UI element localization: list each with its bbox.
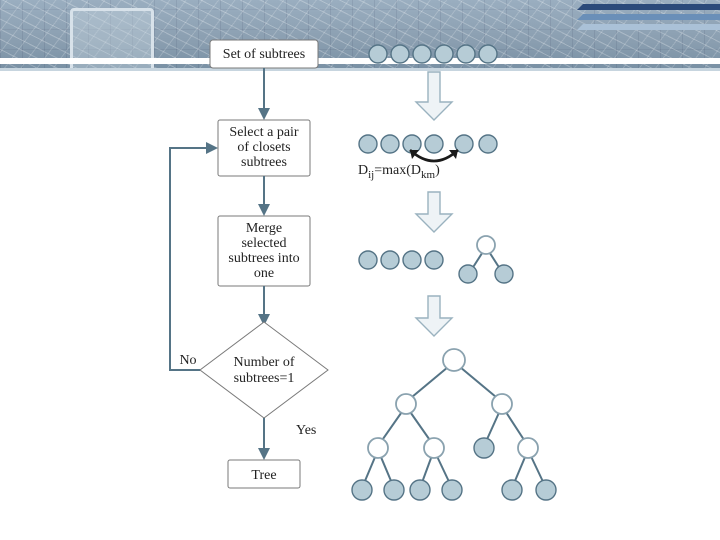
svg-text:Dij=max(Dkm): Dij=max(Dkm): [358, 163, 440, 181]
final-tree: [352, 349, 556, 500]
box-select-l2: of closets: [237, 140, 290, 155]
box-merge-l4: one: [254, 266, 274, 281]
arrow-stage1-icon: [416, 192, 452, 232]
nodes-stage1: [359, 135, 497, 153]
label-no: No: [179, 353, 196, 368]
label-yes: Yes: [296, 423, 316, 438]
box-merge-l1: Merge: [246, 221, 282, 236]
formula-dij: Dij=max(Dkm): [358, 163, 440, 181]
decision-l2: subtrees=1: [234, 371, 295, 386]
box-tree-label: Tree: [251, 468, 276, 483]
nodes-stage0: [369, 45, 497, 63]
arrow-stage0-icon: [416, 72, 452, 120]
box-merge-l2: selected: [241, 236, 286, 251]
decision-l1: Number of: [233, 355, 294, 370]
box-merge-l3: subtrees into: [228, 251, 299, 266]
arrow-stage2-icon: [416, 296, 452, 336]
box-select-l1: Select a pair: [229, 125, 299, 140]
decision-number-of-subtrees: [200, 322, 328, 418]
box-set-of-subtrees-label: Set of subtrees: [223, 47, 305, 62]
box-select-l3: subtrees: [241, 155, 287, 170]
diagram-canvas: Set of subtrees Select a pair of closets…: [0, 0, 720, 540]
nodes-stage2: [359, 236, 513, 283]
